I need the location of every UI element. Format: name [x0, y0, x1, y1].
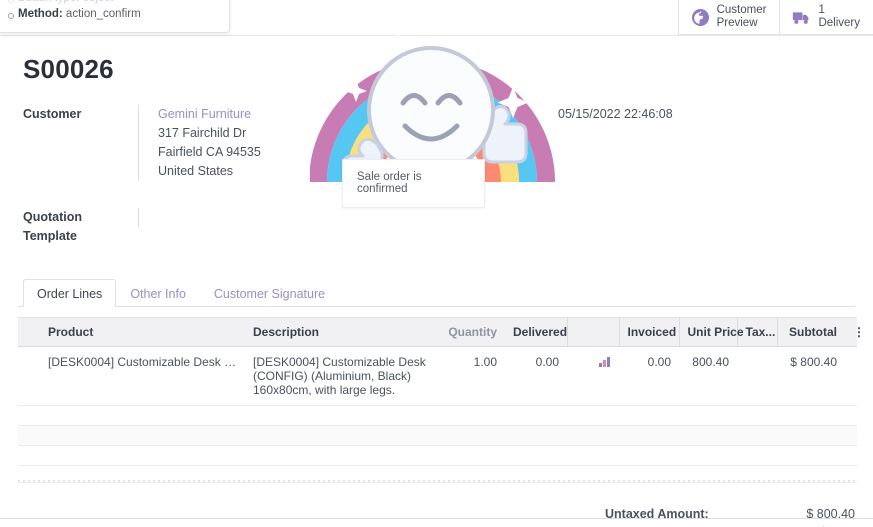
stat-line-1: 1 — [818, 4, 825, 17]
order-lines-table: Product Description Quantity Delivered I… — [18, 317, 865, 483]
debug-method-value: action_confirm — [65, 8, 141, 20]
table-row-empty[interactable] — [18, 405, 857, 426]
totals-row-taxes: Taxes: $ 0.00 — [605, 523, 855, 527]
desc-line-1: [DESK0004] Customizable Desk — [253, 355, 426, 369]
desc-line-3: 160x80cm, with large legs. — [253, 383, 396, 397]
notebook-tabs: Order Lines Other Info Customer Signatur… — [18, 279, 855, 307]
field-quotation-template: Quotation Template — [18, 208, 855, 246]
cell-delivered-value: 0.00 — [535, 355, 559, 369]
cell-product-text: [DESK0004] Customizable Desk (CONF… — [48, 355, 237, 369]
field-quotation-template-value[interactable] — [138, 208, 855, 227]
totals-block: Untaxed Amount: $ 800.40 Taxes: $ 0.00 T… — [18, 505, 855, 527]
cell-invoiced[interactable]: 0.00 — [619, 346, 679, 406]
col-quantity[interactable]: Quantity — [440, 317, 505, 347]
col-unit-price[interactable]: Unit Price — [678, 317, 744, 347]
totals-row-untaxed: Untaxed Amount: $ 800.40 — [605, 505, 855, 523]
cell-spacer — [845, 346, 857, 406]
col-blank — [566, 317, 619, 347]
empty-cell[interactable] — [18, 405, 857, 426]
field-customer-label: Customer — [23, 107, 82, 121]
table-header-row: Product Description Quantity Delivered I… — [18, 317, 865, 347]
customer-link[interactable]: Gemini Furniture — [158, 107, 251, 121]
field-customer-value[interactable]: Gemini Furniture 317 Fairchild Dr Fairfi… — [138, 105, 855, 181]
col-handle — [18, 317, 40, 347]
empty-cell[interactable] — [18, 425, 857, 446]
stat-button-customer-preview-text: Customer Preview — [717, 4, 767, 30]
customer-address-line-2: Fairfield CA 94535 — [158, 145, 261, 159]
stat-line-2: Delivery — [818, 17, 860, 29]
globe-icon — [691, 8, 710, 27]
cell-delivery-widget[interactable] — [567, 346, 619, 406]
stat-button-delivery-text: 1 Delivery — [818, 4, 860, 30]
odoo-sale-order-form: Sale order is confirmed Button type: obj… — [0, 0, 873, 527]
top-divider — [0, 35, 873, 36]
delivery-chart-icon — [599, 357, 611, 367]
stat-line-1: Customer — [716, 4, 767, 17]
empty-cell[interactable] — [18, 445, 857, 466]
column-options-kebab-icon[interactable]: ⋮ — [845, 317, 865, 347]
stat-button-customer-preview[interactable]: Customer Preview — [677, 0, 780, 34]
tab-customer-signature[interactable]: Customer Signature — [200, 279, 339, 307]
cell-description[interactable]: [DESK0004] Customizable Desk (CONFIG) (A… — [245, 346, 440, 406]
cell-tax[interactable] — [737, 346, 777, 406]
customer-address-line-1: 317 Fairchild Dr — [158, 126, 247, 140]
cell-product[interactable]: [DESK0004] Customizable Desk (CONF… — [40, 346, 245, 406]
tab-order-lines[interactable]: Order Lines — [23, 279, 117, 307]
table-row-empty[interactable] — [18, 425, 857, 446]
cell-delivered[interactable]: 0.00 — [505, 346, 567, 406]
cell-quantity[interactable]: 1.00 — [440, 346, 505, 406]
tab-other-info[interactable]: Other Info — [116, 279, 200, 307]
add-line-placeholder-row[interactable] — [18, 465, 857, 483]
cell-subtotal: $ 800.40 — [777, 346, 845, 406]
cell-unit-price[interactable]: 800.40 — [679, 346, 737, 406]
page-title: S00026 — [23, 54, 114, 84]
debug-line-method: Method: action_confirm — [0, 6, 229, 22]
row-handle[interactable] — [18, 346, 40, 406]
truck-icon — [792, 8, 811, 27]
add-line-cell[interactable] — [18, 465, 857, 483]
form-sheet: S00026 05/15/2022 22:46:08 Customer Gemi… — [0, 36, 873, 527]
desc-line-2: (CONFIG) (Aluminium, Black) — [253, 369, 412, 383]
field-quotation-template-label: Quotation Template — [23, 210, 83, 243]
stat-button-delivery[interactable]: 1 Delivery — [779, 0, 873, 34]
header-fields: 05/15/2022 22:46:08 Customer Gemini Furn… — [18, 105, 855, 246]
col-invoiced[interactable]: Invoiced — [618, 317, 679, 347]
customer-address-line-3: United States — [158, 164, 234, 178]
col-delivered[interactable]: Delivered — [505, 317, 567, 347]
button-debug-tooltip: Button type: object Method: action_confi… — [0, 0, 230, 33]
col-description[interactable]: Description — [245, 317, 440, 347]
totals-table: Untaxed Amount: $ 800.40 Taxes: $ 0.00 T… — [605, 505, 855, 527]
bottom-divider — [0, 518, 873, 519]
field-customer: Customer Gemini Furniture 317 Fairchild … — [18, 105, 855, 181]
col-subtotal[interactable]: Subtotal — [776, 317, 845, 347]
stat-button-bar: Customer Preview 1 Delivery — [677, 0, 873, 35]
stat-line-2: Preview — [716, 17, 758, 29]
table-row[interactable]: [DESK0004] Customizable Desk (CONF… [DES… — [18, 346, 857, 406]
debug-method-label: Method: — [18, 8, 63, 20]
col-product[interactable]: Product — [40, 317, 245, 347]
table-row-empty[interactable] — [18, 445, 857, 466]
